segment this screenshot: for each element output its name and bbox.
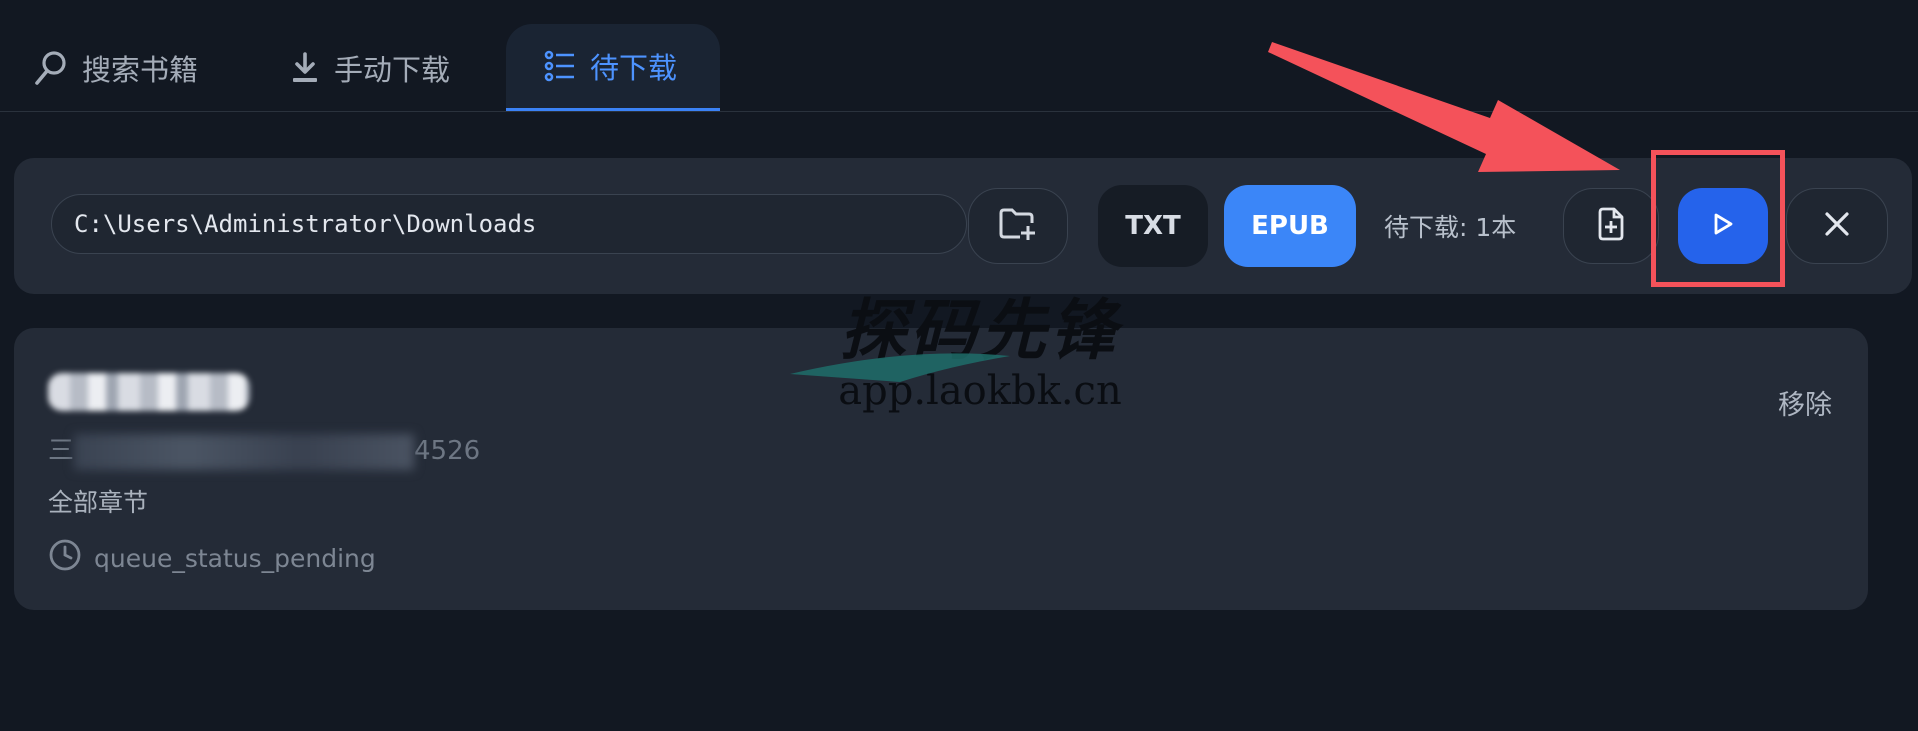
folder-plus-icon	[998, 207, 1038, 245]
queue-item-card: ▇▇▇▇▇▇▇▇▇ 三 4526 全部章节 queue_status_pendin…	[14, 328, 1868, 610]
tab-search-books[interactable]: 搜索书籍	[34, 24, 224, 111]
book-meta-prefix: 三	[48, 436, 75, 466]
tab-search-label: 搜索书籍	[82, 52, 199, 87]
tab-bar: 搜索书籍 手动下载 待下载	[0, 0, 1918, 112]
list-icon	[544, 49, 576, 83]
tab-queue-label: 待下载	[590, 51, 678, 85]
format-txt-button[interactable]: TXT	[1098, 185, 1208, 267]
close-icon	[1823, 210, 1851, 242]
chapter-range: 全部章节	[48, 488, 149, 517]
annotation-arrow-icon	[1268, 42, 1620, 172]
book-meta: 三 4526	[48, 430, 480, 470]
clock-icon	[48, 538, 82, 578]
annotation-highlight-box	[1651, 150, 1785, 287]
book-meta-suffix: 4526	[414, 436, 481, 466]
queue-status-text: queue_status_pending	[94, 543, 376, 573]
queue-status: queue_status_pending	[48, 538, 376, 578]
choose-folder-button[interactable]	[968, 188, 1068, 264]
pending-count: 待下载: 1本	[1384, 213, 1517, 242]
clear-queue-button[interactable]	[1786, 188, 1888, 264]
file-plus-icon	[1596, 207, 1626, 245]
remove-item-button[interactable]: 移除	[1778, 383, 1832, 422]
tab-manual-label: 手动下载	[334, 52, 451, 87]
save-path-input[interactable]	[51, 194, 967, 254]
download-icon	[290, 51, 320, 84]
redacted-text	[74, 433, 415, 470]
book-title: ▇▇▇▇▇▇▇▇▇	[48, 373, 250, 411]
tab-pending-download[interactable]: 待下载	[506, 24, 720, 111]
tab-manual-download[interactable]: 手动下载	[290, 24, 480, 111]
search-icon	[34, 50, 68, 86]
add-file-button[interactable]	[1563, 188, 1659, 264]
format-epub-button[interactable]: EPUB	[1224, 185, 1356, 267]
